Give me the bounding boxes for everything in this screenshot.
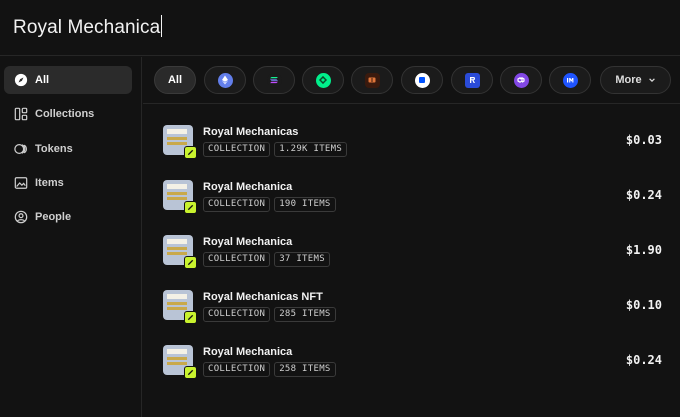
filter-solana-chip[interactable]	[253, 66, 295, 94]
result-name: Royal Mechanica	[203, 236, 293, 248]
collection-thumbnail	[163, 180, 197, 214]
sidebar-item-all[interactable]: All	[4, 66, 132, 94]
polygon-icon	[513, 72, 529, 88]
compass-icon	[14, 73, 28, 87]
result-row[interactable]: Royal Mechanica COLLECTION 190 ITEMS $0.…	[143, 160, 680, 215]
result-type-tag: COLLECTION	[203, 307, 271, 322]
result-row[interactable]: Royal Mechanica COLLECTION 258 ITEMS $0.…	[143, 325, 680, 380]
more-filters-button[interactable]: More	[600, 66, 671, 94]
collection-thumbnail	[163, 125, 197, 159]
result-price: $0.24	[625, 353, 662, 367]
verified-badge-icon	[184, 201, 197, 214]
filter-all-chip[interactable]: All	[154, 66, 196, 94]
result-items-tag: 37 ITEMS	[274, 252, 330, 267]
result-items-tag: 258 ITEMS	[274, 362, 336, 377]
search-input[interactable]: Royal Mechanica	[13, 15, 163, 39]
user-circle-icon	[14, 210, 28, 224]
sidebar-item-label: All	[35, 74, 50, 86]
collection-thumbnail	[163, 235, 197, 269]
sidebar-item-label: Items	[35, 177, 64, 189]
result-row[interactable]: Royal Mechanicas COLLECTION 1.29K ITEMS …	[143, 105, 680, 160]
filter-base-chip[interactable]	[401, 66, 443, 94]
sidebar-item-tokens[interactable]: Tokens	[4, 135, 132, 163]
collection-thumbnail	[163, 345, 197, 379]
sidebar-item-label: Collections	[35, 108, 95, 120]
solana-icon	[266, 72, 282, 88]
result-price: $0.24	[625, 188, 662, 202]
immutable-icon	[562, 72, 578, 88]
chevron-down-icon	[648, 76, 656, 84]
search-query-text: Royal Mechanica	[13, 17, 161, 38]
sidebar-item-people[interactable]: People	[4, 203, 132, 231]
sidebar-item-items[interactable]: Items	[4, 169, 132, 197]
filter-ethereum-chip[interactable]	[204, 66, 246, 94]
result-name: Royal Mechanica	[203, 346, 293, 358]
chain-filter-bar: All More	[143, 57, 680, 104]
result-items-tag: 190 ITEMS	[274, 197, 336, 212]
grid-layout-icon	[14, 107, 28, 121]
coins-icon	[14, 142, 28, 156]
result-items-tag: 1.29K ITEMS	[274, 142, 348, 157]
result-type-tag: COLLECTION	[203, 362, 271, 377]
verified-badge-icon	[184, 366, 197, 379]
result-name: Royal Mechanicas	[203, 126, 299, 138]
result-items-tag: 285 ITEMS	[274, 307, 336, 322]
search-bar[interactable]: Royal Mechanica	[0, 0, 680, 56]
result-name: Royal Mechanicas NFT	[203, 291, 323, 303]
verified-badge-icon	[184, 311, 197, 324]
filter-immutable-chip[interactable]	[549, 66, 591, 94]
result-type-tag: COLLECTION	[203, 197, 271, 212]
base-icon	[414, 72, 430, 88]
result-price: $0.03	[625, 133, 662, 147]
result-type-tag: COLLECTION	[203, 142, 271, 157]
text-caret	[161, 15, 163, 37]
image-icon	[14, 176, 28, 190]
filter-all-label: All	[167, 74, 183, 86]
verified-badge-icon	[184, 146, 197, 159]
sidebar: All Collections Tokens Items People	[0, 57, 142, 417]
result-price: $1.90	[625, 243, 662, 257]
more-label: More	[615, 74, 642, 86]
ronin-icon	[364, 72, 380, 88]
filter-ronin-chip[interactable]	[351, 66, 393, 94]
ethereum-icon	[217, 72, 233, 88]
collection-thumbnail	[163, 290, 197, 324]
filter-flow-chip[interactable]	[302, 66, 344, 94]
sidebar-item-label: People	[35, 211, 72, 223]
flow-icon	[315, 72, 331, 88]
result-row[interactable]: Royal Mechanicas NFT COLLECTION 285 ITEM…	[143, 270, 680, 325]
result-type-tag: COLLECTION	[203, 252, 271, 267]
sidebar-item-collections[interactable]: Collections	[4, 100, 132, 128]
result-price: $0.10	[625, 298, 662, 312]
verified-badge-icon	[184, 256, 197, 269]
sidebar-item-label: Tokens	[35, 143, 73, 155]
filter-polygon-chip[interactable]	[500, 66, 542, 94]
arbitrum-icon	[464, 72, 480, 88]
filter-arbitrum-chip[interactable]	[451, 66, 493, 94]
result-name: Royal Mechanica	[203, 181, 293, 193]
result-row[interactable]: Royal Mechanica COLLECTION 37 ITEMS $1.9…	[143, 215, 680, 270]
